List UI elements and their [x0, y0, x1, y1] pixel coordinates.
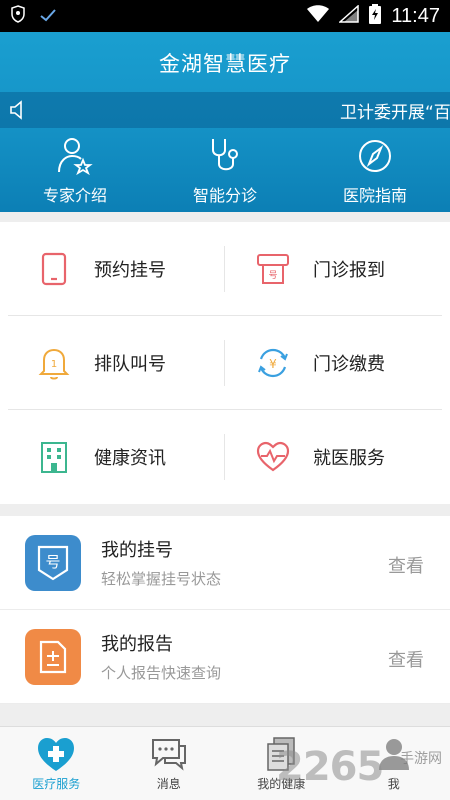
- grid-item-label: 就医服务: [313, 448, 385, 469]
- doctor-star-icon: [57, 134, 93, 178]
- svg-text:1: 1: [51, 359, 57, 370]
- list-item-title: 我的挂号: [101, 540, 173, 561]
- person-icon: [376, 733, 412, 775]
- speaker-icon: [10, 100, 26, 124]
- view-registration-link[interactable]: 查看: [388, 552, 424, 578]
- list-item-title: 我的报告: [101, 634, 173, 655]
- signal-icon: [338, 3, 360, 28]
- grid-item-medical-service[interactable]: 就医服务: [225, 410, 450, 504]
- quick-link-label: 专家介绍: [42, 186, 107, 205]
- tab-medical-service[interactable]: 医疗服务: [0, 727, 113, 800]
- shield-icon: [10, 5, 26, 27]
- chat-bubble-icon: [149, 733, 189, 775]
- status-time: 11:47: [391, 4, 440, 27]
- quick-link-triage[interactable]: 智能分诊: [150, 134, 300, 212]
- registration-icon: 号: [25, 534, 81, 591]
- tab-me[interactable]: 我: [338, 727, 450, 800]
- tab-my-health[interactable]: 我的健康: [225, 727, 338, 800]
- notice-text: 卫计委开展“百: [340, 102, 450, 123]
- quick-link-label: 智能分诊: [192, 186, 257, 205]
- wifi-icon: [307, 4, 330, 28]
- quick-link-experts[interactable]: 专家介绍: [0, 134, 150, 212]
- grid-item-label: 排队叫号: [94, 354, 166, 375]
- grid-item-queue[interactable]: 1 排队叫号: [0, 316, 225, 410]
- heart-pulse-icon: [255, 439, 291, 475]
- tab-label: 消息: [156, 777, 181, 791]
- svg-text:号: 号: [268, 270, 277, 281]
- battery-icon: [369, 3, 382, 29]
- yen-refresh-icon: ¥: [255, 345, 291, 381]
- app-title: 金湖智慧医疗: [159, 52, 291, 76]
- list-item-my-report[interactable]: 我的报告 个人报告快速查询 查看: [0, 610, 450, 704]
- check-icon: [40, 7, 56, 26]
- registration-icon-char: 号: [45, 553, 60, 571]
- phone-icon: [36, 251, 72, 287]
- header: 金湖智慧医疗 卫计委开展“百 专家介绍 智能分诊 医院指南: [0, 32, 450, 212]
- service-grid: 预约挂号 号 门诊报到 1 排队叫号 ¥ 门诊缴费 健康资讯 就医服务: [0, 222, 450, 504]
- grid-item-label: 门诊报到: [313, 260, 385, 281]
- grid-item-label: 门诊缴费: [313, 354, 385, 375]
- ticket-machine-icon: 号: [255, 251, 291, 287]
- quick-link-guide[interactable]: 医院指南: [300, 134, 450, 212]
- svg-text:¥: ¥: [269, 357, 277, 371]
- notice-bar[interactable]: 卫计委开展“百: [0, 92, 450, 128]
- bottom-tab-bar: 医疗服务 消息 我的健康 我: [0, 726, 450, 800]
- personal-list: 号 我的挂号 轻松掌握挂号状态 查看 我的报告 个人报告快速查询 查看: [0, 516, 450, 704]
- view-report-link[interactable]: 查看: [388, 646, 424, 672]
- tab-label: 我: [387, 777, 400, 791]
- grid-item-payment[interactable]: ¥ 门诊缴费: [225, 316, 450, 410]
- grid-item-health-news[interactable]: 健康资讯: [0, 410, 225, 504]
- grid-item-checkin[interactable]: 号 门诊报到: [225, 222, 450, 316]
- list-item-subtitle: 个人报告快速查询: [101, 664, 222, 682]
- status-bar: 11:47: [0, 0, 450, 32]
- compass-icon: [357, 134, 393, 178]
- tab-messages[interactable]: 消息: [113, 727, 226, 800]
- tab-label: 我的健康: [257, 777, 306, 791]
- building-icon: [36, 439, 72, 475]
- grid-item-label: 预约挂号: [94, 260, 166, 281]
- list-item-my-registration[interactable]: 号 我的挂号 轻松掌握挂号状态 查看: [0, 516, 450, 610]
- tab-label: 医疗服务: [32, 777, 81, 791]
- quick-link-label: 医院指南: [342, 186, 407, 205]
- list-item-subtitle: 轻松掌握挂号状态: [101, 570, 222, 588]
- report-icon: [25, 628, 81, 685]
- bell-icon: 1: [36, 345, 72, 381]
- documents-icon: [264, 733, 298, 775]
- quick-links: 专家介绍 智能分诊 医院指南: [0, 134, 450, 212]
- grid-item-label: 健康资讯: [94, 448, 166, 469]
- stethoscope-icon: [207, 134, 243, 178]
- grid-item-appointment[interactable]: 预约挂号: [0, 222, 225, 316]
- medical-cross-icon: [36, 733, 76, 775]
